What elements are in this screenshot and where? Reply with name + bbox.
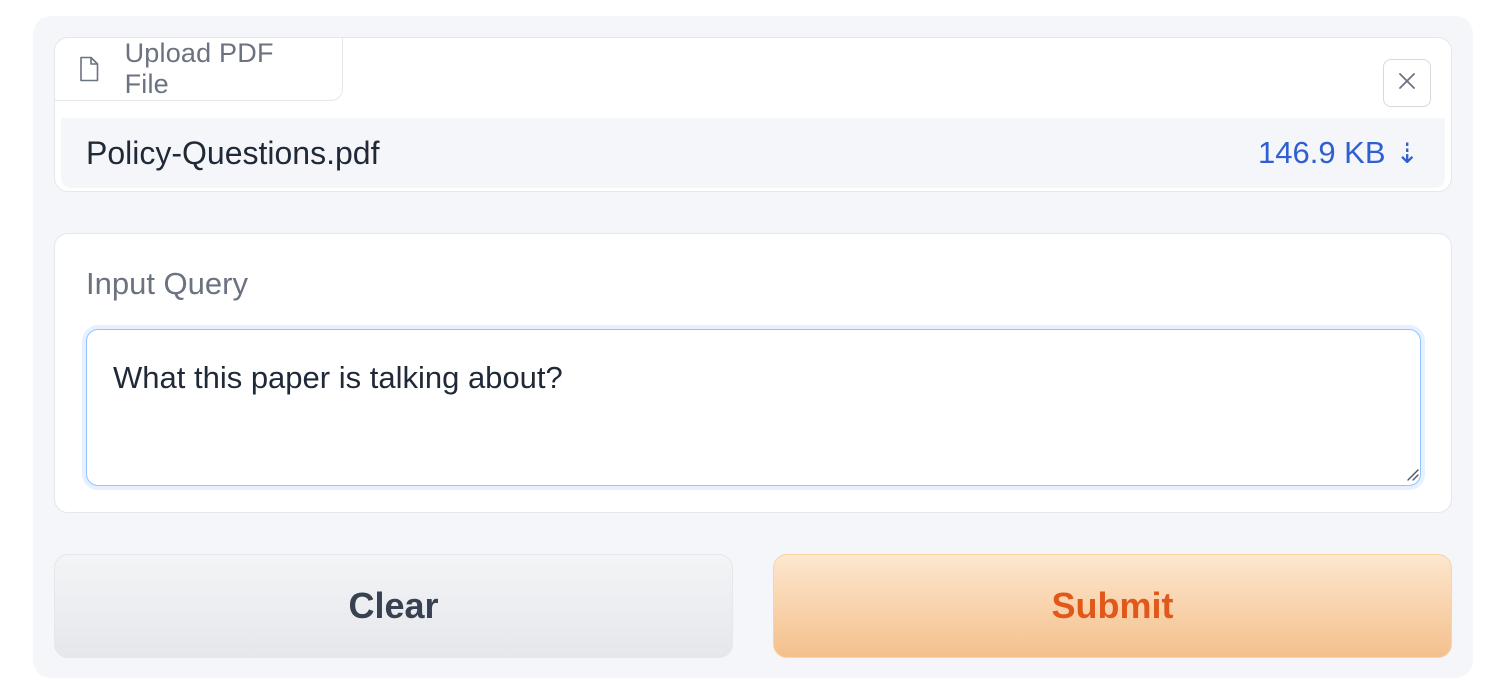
upload-label-text: Upload PDF File [124,38,274,99]
clear-button[interactable]: Clear [54,554,733,658]
query-label: Input Query [86,266,248,301]
file-size: 146.9 KB [1257,135,1386,170]
file-download-link[interactable]: 146.9 KB ⇣ [1258,135,1419,171]
clear-file-button[interactable] [1383,59,1431,107]
query-card: Input Query What this paper is talking a… [54,233,1452,513]
close-icon [1397,71,1417,96]
file-icon [79,56,101,82]
upload-label-tab: Upload PDF File [54,37,343,101]
uploaded-file-row: Policy-Questions.pdf 146.9 KB ⇣ [61,118,1445,188]
query-input[interactable]: What this paper is talking about? [86,329,1421,486]
submit-button[interactable]: Submit [773,554,1452,658]
file-name: Policy-Questions.pdf [86,134,380,171]
resize-handle-icon[interactable] [1405,467,1419,481]
file-upload-card: Upload PDF File Policy-Questions.pdf 146… [54,37,1452,192]
download-icon: ⇣ [1395,137,1419,169]
